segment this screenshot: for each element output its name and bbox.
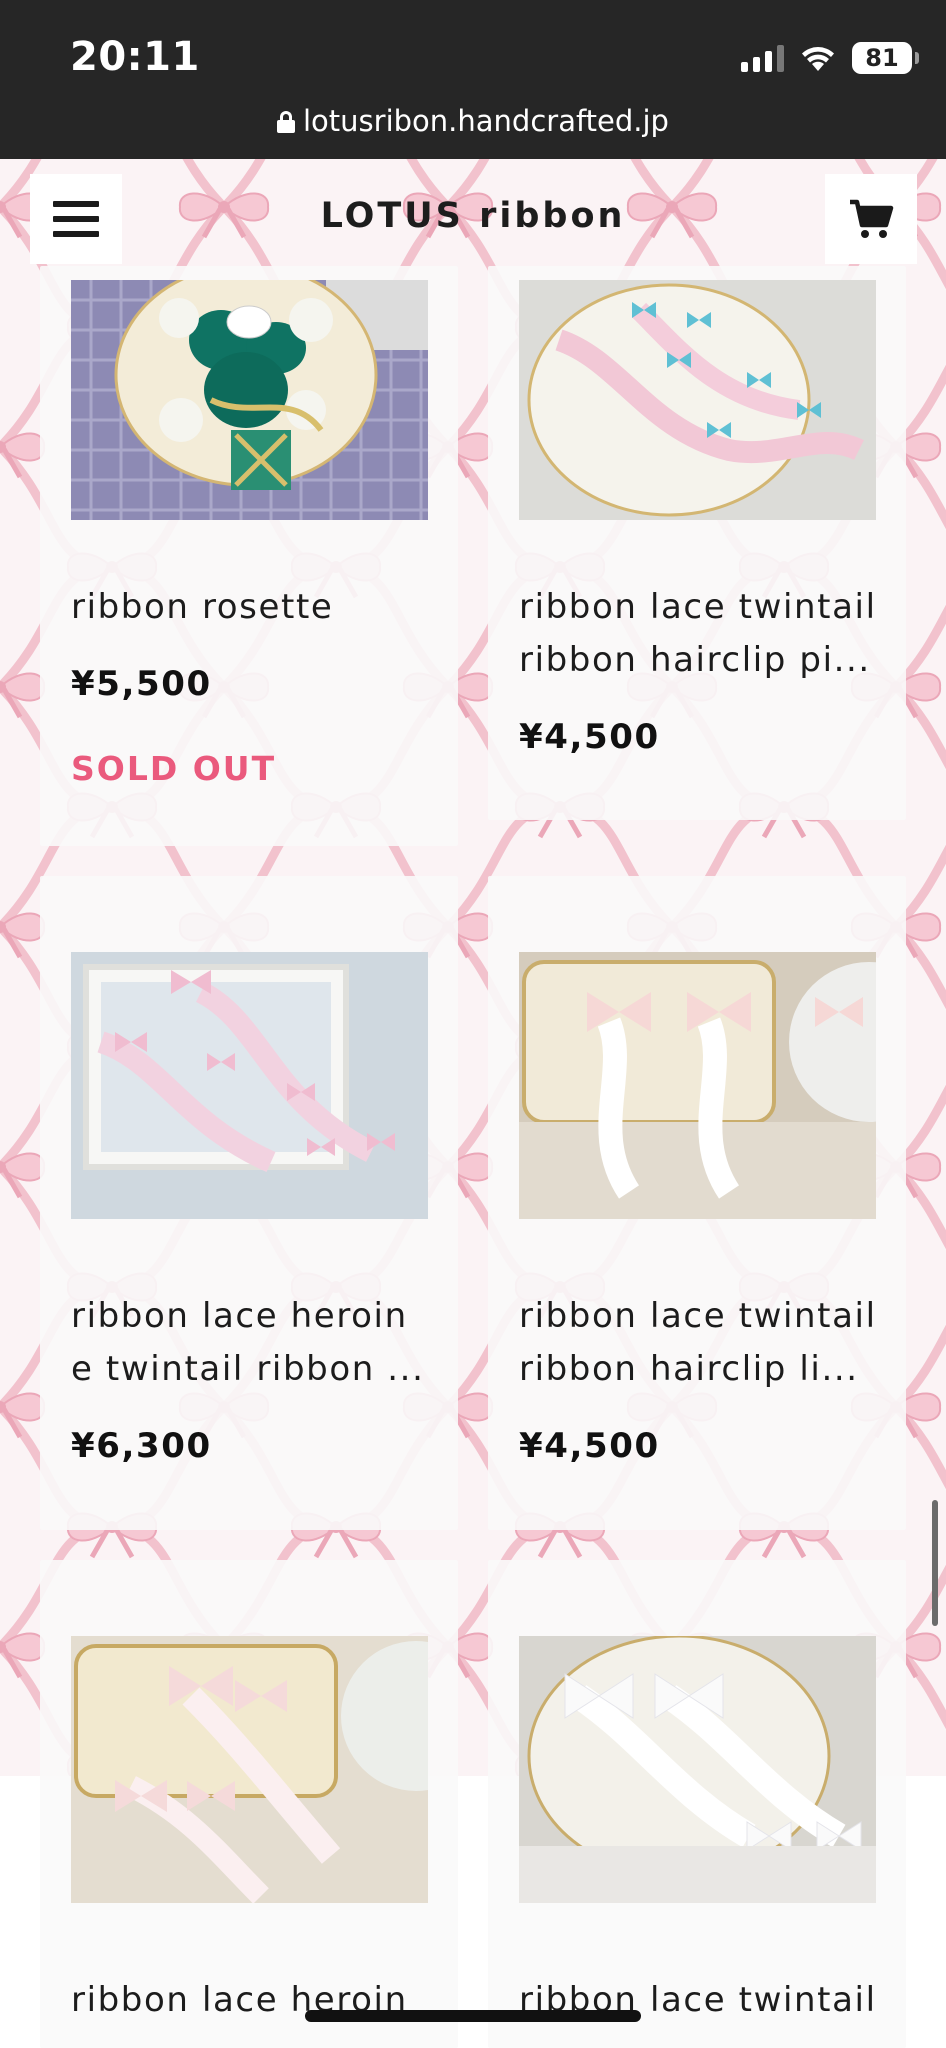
product-image[interactable] bbox=[71, 1636, 428, 1903]
product-image[interactable] bbox=[71, 952, 428, 1219]
cart-button[interactable] bbox=[825, 174, 917, 264]
signal-icon bbox=[741, 44, 784, 72]
product-card[interactable]: ribbon lace twintail ribbon hairclip li.… bbox=[488, 876, 906, 1530]
product-card[interactable]: ribbon rosette ¥5,500 SOLD OUT bbox=[40, 266, 458, 846]
sold-out-badge: SOLD OUT bbox=[71, 749, 277, 788]
product-card[interactable]: ribbon lace heroin bbox=[40, 1560, 458, 2048]
lock-icon bbox=[277, 111, 295, 133]
product-name[interactable]: ribbon lace heroin e twintail ribbon ... bbox=[71, 1290, 431, 1396]
product-card[interactable]: ribbon lace heroin e twintail ribbon ...… bbox=[40, 876, 458, 1530]
product-name[interactable]: ribbon lace twintail ribbon hairclip li.… bbox=[519, 1290, 879, 1396]
cart-icon bbox=[850, 199, 894, 238]
product-price: ¥6,300 bbox=[71, 1426, 212, 1466]
product-image[interactable] bbox=[519, 280, 876, 520]
product-price: ¥5,500 bbox=[71, 664, 212, 704]
status-icons: 81 bbox=[741, 40, 919, 76]
scrollbar-thumb[interactable] bbox=[932, 1500, 938, 1626]
url-text: lotusribon.handcrafted.jp bbox=[303, 104, 669, 138]
product-image[interactable] bbox=[519, 1636, 876, 1903]
home-indicator[interactable] bbox=[305, 2010, 641, 2022]
product-card[interactable]: ribbon lace twintail bbox=[488, 1560, 906, 2048]
url-bar[interactable]: lotusribon.handcrafted.jp bbox=[0, 104, 946, 159]
product-card[interactable]: ribbon lace twintail ribbon hairclip pi.… bbox=[488, 266, 906, 820]
status-bar: 20:11 81 bbox=[0, 0, 946, 104]
product-name[interactable]: ribbon lace twintail ribbon hairclip pi.… bbox=[519, 581, 879, 687]
product-image[interactable] bbox=[519, 952, 876, 1219]
product-name[interactable]: ribbon rosette bbox=[71, 581, 431, 634]
status-time: 20:11 bbox=[70, 34, 200, 80]
product-price: ¥4,500 bbox=[519, 1426, 660, 1466]
product-price: ¥4,500 bbox=[519, 717, 660, 757]
site-title[interactable]: LOTUS ribbon bbox=[0, 196, 946, 236]
battery-icon: 81 bbox=[852, 42, 919, 74]
product-image[interactable] bbox=[71, 280, 428, 520]
wifi-icon bbox=[802, 47, 834, 71]
